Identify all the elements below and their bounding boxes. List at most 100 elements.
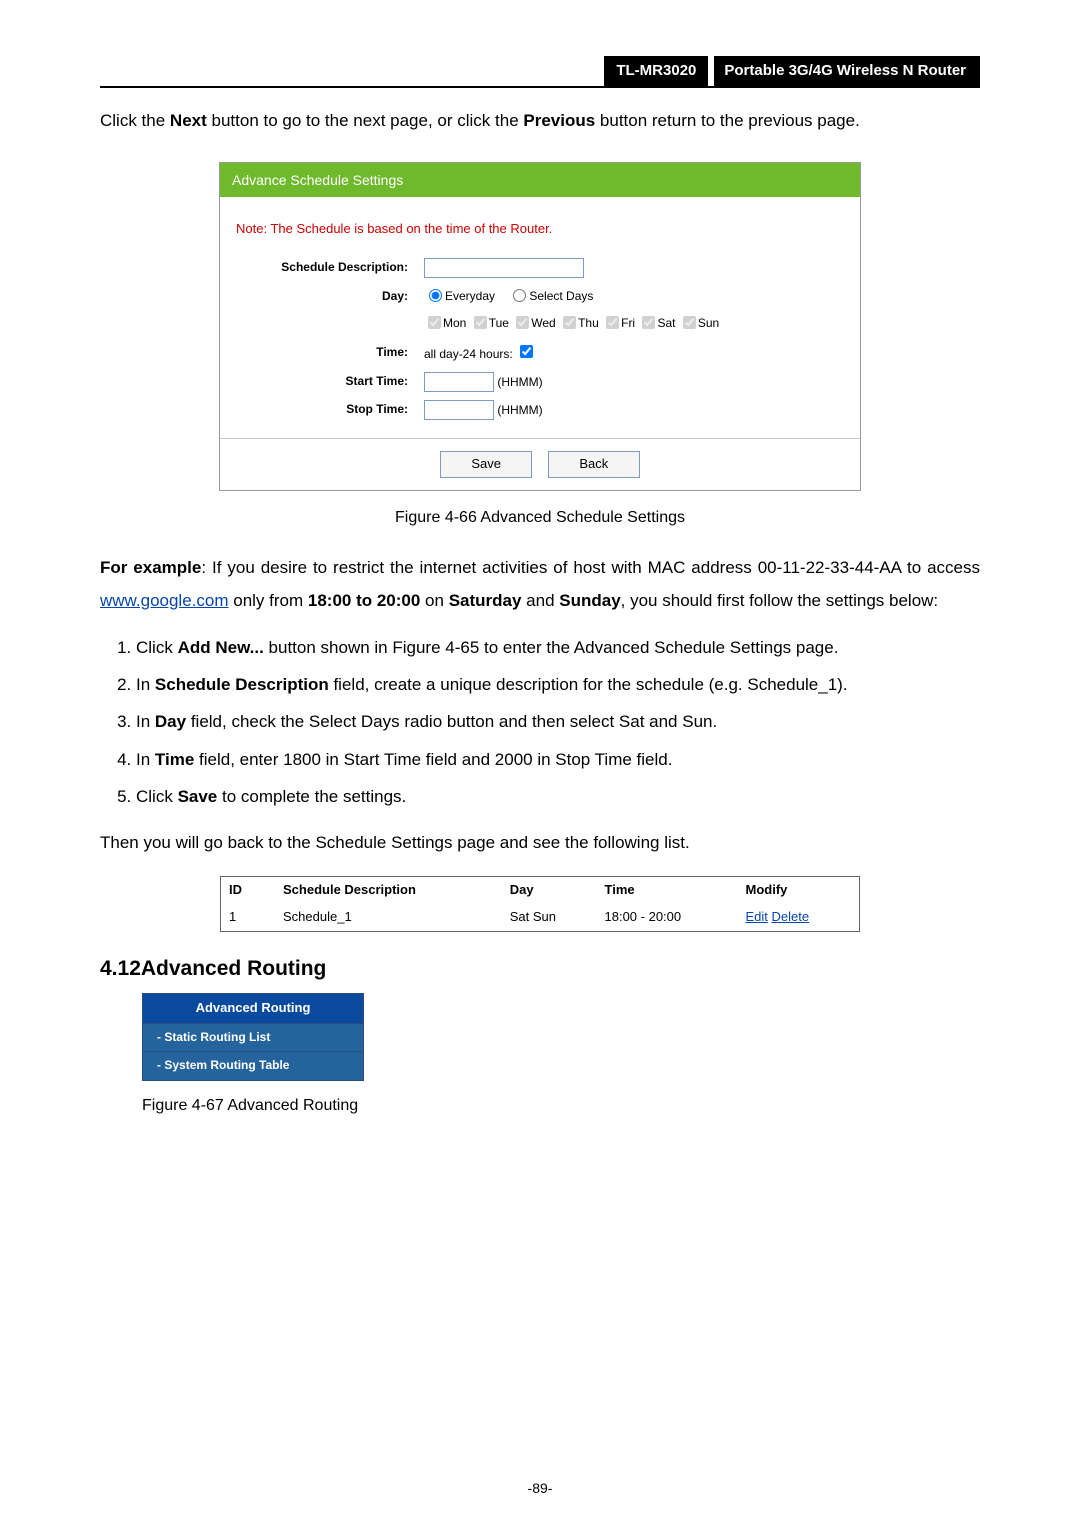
radio-everyday[interactable]: Everyday	[424, 289, 495, 303]
example-time-bold: 18:00 to 20:00	[308, 591, 420, 610]
td-modify: Edit Delete	[738, 904, 860, 931]
s4c: field, enter 1800 in Start Time field an…	[194, 750, 672, 769]
schedule-form: Schedule Description: Day: Everyday Sele…	[220, 250, 860, 438]
td-desc: Schedule_1	[275, 904, 502, 931]
edit-link[interactable]: Edit	[746, 909, 768, 924]
s2c: field, create a unique description for t…	[329, 675, 848, 694]
day-sat: Sat	[657, 316, 675, 330]
s1a: Click	[136, 638, 178, 657]
th-modify: Modify	[738, 877, 860, 904]
td-day: Sat Sun	[502, 904, 597, 931]
schedule-result-table: ID Schedule Description Day Time Modify …	[220, 876, 860, 932]
table-header-row: ID Schedule Description Day Time Modify	[221, 877, 860, 904]
s4b: Time	[155, 750, 194, 769]
s2b: Schedule Description	[155, 675, 329, 694]
step-4: In Time field, enter 1800 in Start Time …	[136, 746, 980, 773]
label-description: Schedule Description:	[220, 254, 416, 282]
s5a: Click	[136, 787, 178, 806]
example-p1b: only from	[229, 591, 308, 610]
day-thu: Thu	[578, 316, 599, 330]
intro-suffix: button return to the previous page.	[595, 111, 860, 130]
th-desc: Schedule Description	[275, 877, 502, 904]
example-sat-bold: Saturday	[449, 591, 522, 610]
day-sun: Sun	[698, 316, 719, 330]
checkbox-sun[interactable]	[683, 316, 696, 329]
step-2: In Schedule Description field, create a …	[136, 671, 980, 698]
intro-next-bold: Next	[170, 111, 207, 130]
th-day: Day	[502, 877, 597, 904]
checkbox-mon[interactable]	[428, 316, 441, 329]
checkbox-thu[interactable]	[563, 316, 576, 329]
s2a: In	[136, 675, 155, 694]
stop-time-input[interactable]	[424, 400, 494, 420]
nav-item-1-label: System Routing Table	[164, 1058, 289, 1072]
table-row: 1 Schedule_1 Sat Sun 18:00 - 20:00 Edit …	[221, 904, 860, 931]
steps-list: Click Add New... button shown in Figure …	[120, 634, 980, 810]
delete-link[interactable]: Delete	[772, 909, 810, 924]
schedule-description-input[interactable]	[424, 258, 584, 278]
section-412-heading: 4.12Advanced Routing	[100, 952, 980, 986]
schedule-settings-panel: Advance Schedule Settings Note: The Sche…	[219, 162, 861, 491]
step-5: Click Save to complete the settings.	[136, 783, 980, 810]
label-stop-time: Stop Time:	[220, 396, 416, 424]
label-day: Day:	[220, 282, 416, 310]
th-id: ID	[221, 877, 276, 904]
step-3: In Day field, check the Select Days radi…	[136, 708, 980, 735]
example-lead: For example	[100, 558, 201, 577]
page-number: -89-	[0, 1477, 1080, 1499]
start-time-input[interactable]	[424, 372, 494, 392]
s3b: Day	[155, 712, 186, 731]
s5b: Save	[178, 787, 218, 806]
intro-paragraph: Click the Next button to go to the next …	[100, 106, 980, 136]
s1b: Add New...	[178, 638, 264, 657]
label-time: Time:	[220, 338, 416, 368]
example-p1d: and	[521, 591, 559, 610]
th-time: Time	[597, 877, 738, 904]
section-num: 4.12	[100, 957, 141, 980]
day-mon: Mon	[443, 316, 466, 330]
radio-everyday-label: Everyday	[445, 289, 495, 303]
allday-checkbox[interactable]	[520, 345, 533, 358]
then-line: Then you will go back to the Schedule Se…	[100, 827, 980, 859]
step-1: Click Add New... button shown in Figure …	[136, 634, 980, 661]
radio-select-days[interactable]: Select Days	[508, 289, 593, 303]
nav-item-system-routing[interactable]: - System Routing Table	[143, 1052, 363, 1079]
radio-select-days-label: Select Days	[529, 289, 593, 303]
example-p1c: on	[420, 591, 448, 610]
start-time-hint: (HHMM)	[497, 375, 542, 389]
save-button[interactable]: Save	[440, 451, 532, 478]
td-time: 18:00 - 20:00	[597, 904, 738, 931]
figure-466-caption: Figure 4-66 Advanced Schedule Settings	[100, 505, 980, 531]
example-p1a: : If you desire to restrict the internet…	[201, 558, 980, 577]
s1c: button shown in Figure 4-65 to enter the…	[264, 638, 839, 657]
figure-467-caption: Figure 4-67 Advanced Routing	[142, 1093, 980, 1119]
allday-label: all day-24 hours:	[424, 347, 513, 361]
day-tue: Tue	[489, 316, 509, 330]
model-badge: TL-MR3020	[604, 56, 708, 86]
radio-select-days-input[interactable]	[513, 289, 526, 302]
nav-item-static-routing[interactable]: - Static Routing List	[143, 1024, 363, 1052]
panel-title: Advance Schedule Settings	[220, 163, 860, 197]
intro-prefix: Click the	[100, 111, 170, 130]
example-sun-bold: Sunday	[559, 591, 620, 610]
page-header: TL-MR3020 Portable 3G/4G Wireless N Rout…	[100, 56, 980, 88]
s4a: In	[136, 750, 155, 769]
nav-head[interactable]: Advanced Routing	[143, 994, 363, 1024]
day-wed: Wed	[531, 316, 555, 330]
stop-time-hint: (HHMM)	[497, 403, 542, 417]
checkbox-tue[interactable]	[474, 316, 487, 329]
s3a: In	[136, 712, 155, 731]
s3c: field, check the Select Days radio butto…	[186, 712, 717, 731]
intro-prev-bold: Previous	[523, 111, 595, 130]
checkbox-sat[interactable]	[642, 316, 655, 329]
advanced-routing-nav: Advanced Routing - Static Routing List -…	[142, 993, 364, 1080]
day-checkbox-row: Mon Tue Wed Thu Fri Sat Sun	[416, 310, 860, 337]
intro-mid: button to go to the next page, or click …	[207, 111, 524, 130]
checkbox-fri[interactable]	[606, 316, 619, 329]
radio-everyday-input[interactable]	[429, 289, 442, 302]
nav-item-0-label: Static Routing List	[164, 1030, 270, 1044]
checkbox-wed[interactable]	[516, 316, 529, 329]
back-button[interactable]: Back	[548, 451, 640, 478]
td-id: 1	[221, 904, 276, 931]
google-link[interactable]: www.google.com	[100, 591, 229, 610]
